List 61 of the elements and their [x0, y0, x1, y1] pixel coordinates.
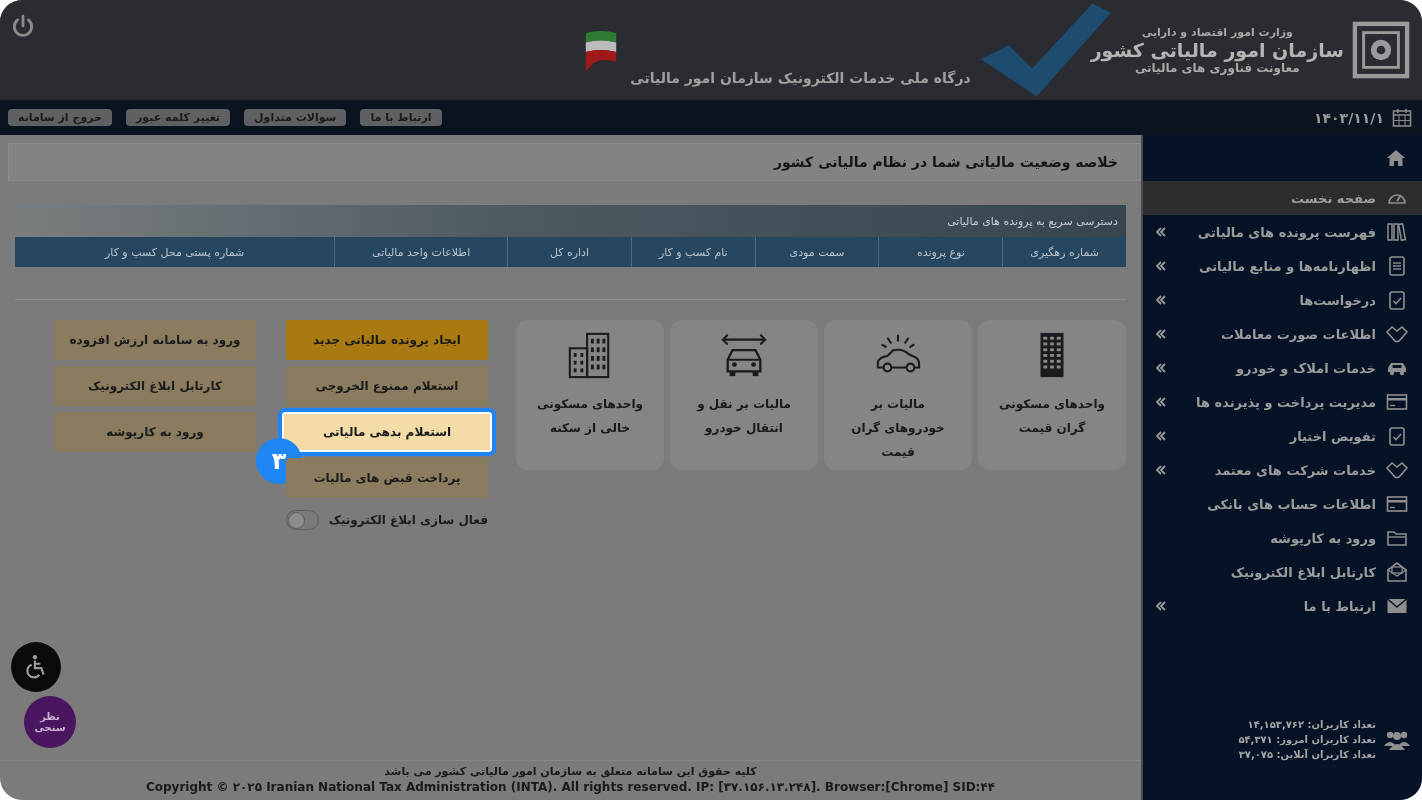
toggle-label: فعال سازی ابلاغ الکترونیک — [328, 513, 488, 527]
accessibility-button[interactable] — [11, 642, 61, 692]
column-header: اطلاعات واحد مالیاتی — [334, 237, 508, 267]
sidebar-item[interactable]: تفویض اختیار — [1143, 419, 1422, 453]
sidebar-item[interactable]: مدیریت پرداخت و پذیرنده ها — [1143, 385, 1422, 419]
service-card[interactable]: واحدهای مسکونی گران قیمت — [978, 320, 1126, 470]
action-button[interactable]: استعلام ممنوع الخروجی — [286, 366, 488, 406]
sidebar-item[interactable]: ورود به کارپوشه — [1143, 521, 1422, 555]
survey-button[interactable]: نظر سنجی — [24, 696, 76, 748]
clipboard-check-icon — [1386, 289, 1408, 311]
toggle-switch[interactable] — [286, 510, 319, 530]
summary-title: خلاصه وضعیت مالیاتی شما در نظام مالیاتی کشور — [774, 154, 1118, 170]
action-button[interactable]: ورود به کارپوشه — [54, 412, 256, 452]
column-header: شماره رهگیری — [1002, 237, 1126, 267]
sidebar-item[interactable]: کارتابل ابلاغ الکترونیک — [1143, 555, 1422, 589]
rights-notice: کلیه حقوق این سامانه متعلق به سازمان امور مالیاتی کشور می باشد — [384, 765, 757, 778]
column-header: نام کسب و کار — [630, 237, 755, 267]
binders-icon — [1386, 221, 1408, 243]
current-date: ۱۴۰۳/۱۱/۱ — [1313, 109, 1384, 126]
ministry-name: وزارت امور اقتصاد و دارایی — [1141, 25, 1293, 39]
sidebar-item[interactable]: خدمات املاک و خودرو — [1143, 351, 1422, 385]
sidebar-item[interactable]: خدمات شرکت های معتمد — [1143, 453, 1422, 487]
column-header: اداره کل — [507, 237, 631, 267]
department-name: معاونت فناوری های مالیاتی — [1134, 60, 1300, 75]
column-header: نوع پرونده — [878, 237, 1003, 267]
sidebar-item[interactable]: ارتباط با ما — [1143, 589, 1422, 623]
service-card[interactable]: واحدهای مسکونی خالی از سکنه — [516, 320, 664, 470]
copyright-notice: Copyright © ۲۰۲۵ Iranian National Tax Administration (INTA). All rights reserved. IP: [۳۷.۱۵۶.۱۳.۲۴۸]. Browser:[Chrome] SID:۴۴ — [145, 780, 996, 794]
sidebar-item[interactable]: فهرست پرونده های مالیاتی — [1143, 215, 1422, 249]
column-header: سمت مودی — [754, 237, 879, 267]
organization-name: سازمان امور مالیاتی کشور — [1090, 38, 1344, 61]
power-icon[interactable] — [10, 14, 36, 40]
service-card[interactable]: مالیات بر خودروهای گران قیمت — [824, 320, 972, 470]
quick-access-title: دسترسی سریع به پرونده های مالیاتی — [947, 214, 1118, 228]
document-icon — [1386, 255, 1408, 277]
open-envelope-icon — [1386, 561, 1408, 583]
action-button[interactable]: کارتابل ابلاغ الکترونیک — [54, 366, 256, 406]
toolbar-button[interactable]: خروج از سامانه — [8, 109, 112, 126]
service-card[interactable]: مالیات بر نقل و انتقال خودرو — [670, 320, 818, 470]
column-header: شماره پستی محل کسب و کار — [103, 244, 246, 261]
calendar-icon — [1392, 107, 1412, 128]
emblem-icon — [1352, 21, 1410, 79]
clipboard-check-icon — [1386, 425, 1408, 447]
sidebar-item[interactable]: صفحه نخست — [1143, 181, 1422, 215]
action-button[interactable]: ایجاد پرونده مالیاتی جدید — [286, 320, 488, 360]
sidebar-item[interactable]: اطلاعات صورت معاملات — [1143, 317, 1422, 351]
user-count-stat: تعداد کاربران امروز: ۵۴,۳۷۱ — [1238, 734, 1376, 745]
toolbar-button[interactable]: سوالات متداول — [244, 109, 347, 126]
sidebar-item[interactable]: درخواست‌ها — [1143, 283, 1422, 317]
action-button[interactable]: پرداخت قبض های مالیات — [286, 458, 488, 498]
card-icon — [1386, 493, 1408, 515]
action-button[interactable]: ورود به سامانه ارزش افزوده — [54, 320, 256, 360]
user-count-stat: تعداد کاربران آنلاین: ۳۷,۰۷۵ — [1238, 749, 1376, 760]
sidebar-item[interactable]: اطلاعات حساب های بانکی — [1143, 487, 1422, 521]
user-count-stat: تعداد کاربران: ۱۴,۱۵۳,۷۶۲ — [1246, 719, 1376, 730]
sidebar-item[interactable]: اظهارنامه‌ها و منابع مالیاتی — [1143, 249, 1422, 283]
toolbar-button[interactable]: تغییر کلمه عبور — [126, 109, 230, 126]
home-icon[interactable] — [1386, 149, 1406, 167]
toolbar-button[interactable]: ارتباط با ما — [360, 109, 442, 126]
portal-title: درگاه ملی خدمات الکترونیک سازمان امور مالیاتی — [630, 70, 971, 86]
card-icon — [1386, 391, 1408, 413]
